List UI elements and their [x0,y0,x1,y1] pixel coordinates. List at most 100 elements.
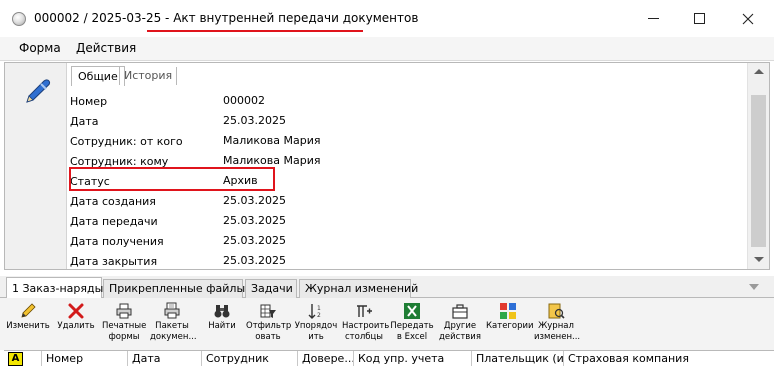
field-value: 000002 [223,94,265,107]
scroll-up-icon[interactable] [754,69,764,74]
status-highlight-box [69,167,275,191]
print-forms-button-label: Печатные формы [102,321,147,342]
export-excel-button[interactable]: Передать в Excel [390,302,434,343]
app-icon [12,12,26,26]
maximize-button[interactable] [676,0,722,37]
configure-columns-button-label: Настроить столбцы [342,321,390,342]
grid-toolbar: Изменить Удалить Печатные формы Пакеты д… [0,298,774,350]
grid-header-accounting-code[interactable]: Код упр. учета [354,351,472,366]
grid-header-power-of-attorney[interactable]: Довере... [298,351,354,366]
other-actions-button[interactable]: Другие действия [438,302,482,343]
field-label: Номер [70,95,108,108]
menu-bar: Форма Действия [0,37,774,61]
configure-columns-button[interactable]: Настроить столбцы [342,302,390,343]
title-bar: 000002 / 2025-03-25 - Акт внутренней пер… [0,0,774,37]
filter-button[interactable]: Отфильтр овать [246,302,292,343]
find-button[interactable]: Найти [200,302,244,332]
grid-header-employee[interactable]: Сотрудник [202,351,298,366]
briefcase-icon [452,304,468,319]
tab-history[interactable]: История [119,67,178,85]
tabs-dropdown-icon[interactable] [749,284,759,290]
edit-button-label: Изменить [6,321,50,331]
delete-button-label: Удалить [57,321,95,331]
other-actions-button-label: Другие действия [439,321,481,342]
text-a-icon: A [8,352,23,366]
edit-button[interactable]: Изменить [6,302,50,332]
grid-header-payer[interactable]: Плательщик (и... [472,351,564,366]
field-row-employee-from[interactable]: Сотрудник: от кого Маликова Мария [69,130,749,150]
minimize-button[interactable] [630,0,676,37]
title-highlight-underline [147,30,363,32]
categories-button-label: Категории [486,321,534,331]
binoculars-icon [214,305,230,318]
change-journal-button[interactable]: Журнал изменен... [534,302,581,343]
filter-button-label: Отфильтр овать [246,321,292,342]
categories-button[interactable]: Категории [486,302,534,332]
close-button[interactable] [722,0,774,37]
document-packages-button-label: Пакеты докумен... [150,321,197,342]
field-row-date[interactable]: Дата 25.03.2025 [69,110,749,130]
related-tabs: 1 Заказ-наряды Прикрепленные файлы Задач… [0,276,774,299]
menu-forma[interactable]: Форма [19,41,61,55]
svg-text:1: 1 [317,305,321,312]
printer-icon [116,303,132,319]
columns-icon [357,305,372,317]
document-packages-button[interactable]: Пакеты докумен... [150,302,197,343]
journal-icon [548,303,565,319]
field-row-number[interactable]: Номер 000002 [69,90,749,110]
minimize-icon [647,18,659,19]
tab-attached-files[interactable]: Прикрепленные файлы [103,279,245,298]
field-row-transfer-date[interactable]: Дата передачи 25.03.2025 [69,210,749,230]
find-button-label: Найти [208,321,236,331]
field-value: 25.03.2025 [223,114,286,127]
print-forms-button[interactable]: Печатные формы [102,302,146,343]
grid-header-date[interactable]: Дата [128,351,202,366]
tab-change-log[interactable]: Журнал изменений [299,279,418,298]
delete-button[interactable]: Удалить [54,302,98,332]
filter-icon [260,304,276,318]
field-value: Маликова Мария [223,134,321,147]
vertical-scrollbar[interactable] [747,63,769,269]
field-row-received-date[interactable]: Дата получения 25.03.2025 [69,230,749,250]
field-label: Дата получения [70,235,164,248]
field-label: Дата передачи [70,215,158,228]
menu-actions[interactable]: Действия [76,41,136,55]
close-icon [742,13,754,24]
field-row-closed-date[interactable]: Дата закрытия 25.03.2025 [69,250,749,270]
tab-work-orders[interactable]: 1 Заказ-наряды [6,277,103,299]
delete-icon [68,303,84,319]
sort-button[interactable]: 12 Упорядоч ить [294,302,338,343]
field-value: 25.03.2025 [223,214,286,227]
field-value: 25.03.2025 [223,194,286,207]
field-label: Дата закрытия [70,255,158,268]
printer-pack-icon [164,302,180,319]
grid-header: A Номер Дата Сотрудник Довере... Код упр… [4,350,774,366]
sort-icon: 12 [308,304,321,319]
scroll-thumb[interactable] [751,95,766,247]
svg-text:2: 2 [317,312,321,319]
grid-header-insurance-company[interactable]: Страховая компания [564,351,774,366]
field-label: Сотрудник: от кого [70,135,183,148]
field-value: 25.03.2025 [223,234,286,247]
field-label: Дата [70,115,99,128]
pen-icon [26,79,51,103]
document-panel: Общие История Номер 000002 Дата 25.03.20… [4,62,770,270]
excel-icon [404,303,420,319]
grid-header-number[interactable]: Номер [42,351,128,366]
window-title-prefix: 000002 / 2025-03-25 - [34,11,174,25]
field-value: Маликова Мария [223,154,321,167]
field-value: 25.03.2025 [223,254,286,267]
field-label: Дата создания [70,195,156,208]
document-icon-strip [5,63,67,269]
change-journal-button-label: Журнал изменен... [534,321,581,342]
window-title-main: Акт внутренней передачи документов [173,11,419,25]
sort-button-label: Упорядоч ить [294,321,338,342]
pencil-icon [21,303,36,318]
tab-tasks[interactable]: Задачи [245,279,297,298]
categories-icon [500,303,516,319]
window-title: 000002 / 2025-03-25 - Акт внутренней пер… [34,11,418,25]
scroll-down-icon[interactable] [754,257,764,262]
tab-general[interactable]: Общие [71,66,125,86]
field-row-created-date[interactable]: Дата создания 25.03.2025 [69,190,749,210]
export-excel-button-label: Передать в Excel [390,321,434,342]
